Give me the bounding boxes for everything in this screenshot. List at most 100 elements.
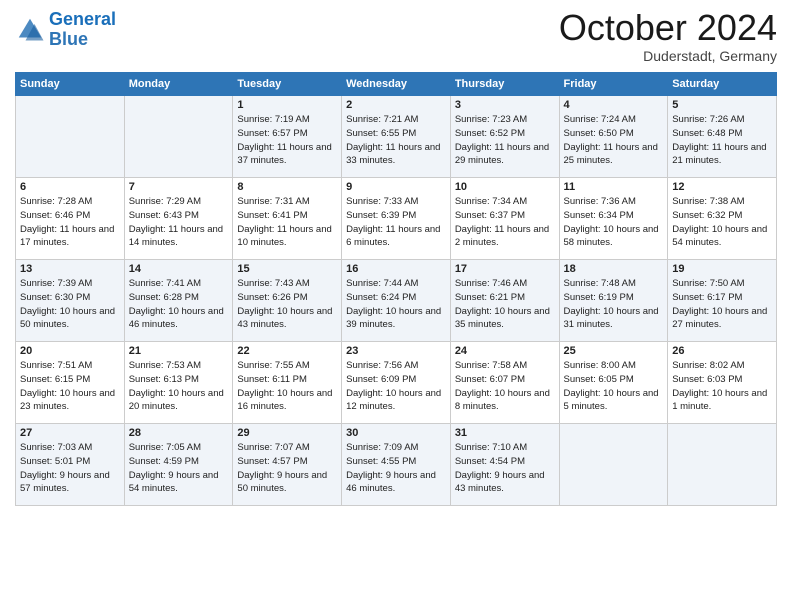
col-wednesday: Wednesday (342, 73, 451, 96)
col-friday: Friday (559, 73, 668, 96)
day-number: 6 (20, 181, 120, 193)
day-info: Sunrise: 7:53 AM Sunset: 6:13 PM Dayligh… (129, 359, 229, 414)
day-info: Sunrise: 7:03 AM Sunset: 5:01 PM Dayligh… (20, 441, 120, 496)
day-cell: 12 Sunrise: 7:38 AM Sunset: 6:32 PM Dayli… (668, 178, 777, 260)
col-thursday: Thursday (450, 73, 559, 96)
day-info: Sunrise: 7:48 AM Sunset: 6:19 PM Dayligh… (564, 277, 664, 332)
day-number: 21 (129, 345, 229, 357)
day-cell: 9 Sunrise: 7:33 AM Sunset: 6:39 PM Daylig… (342, 178, 451, 260)
day-info: Sunrise: 7:19 AM Sunset: 6:57 PM Dayligh… (237, 113, 337, 168)
day-cell: 5 Sunrise: 7:26 AM Sunset: 6:48 PM Daylig… (668, 96, 777, 178)
col-sunday: Sunday (16, 73, 125, 96)
day-info: Sunrise: 7:43 AM Sunset: 6:26 PM Dayligh… (237, 277, 337, 332)
day-cell: 17 Sunrise: 7:46 AM Sunset: 6:21 PM Dayli… (450, 260, 559, 342)
col-saturday: Saturday (668, 73, 777, 96)
page: General Blue October 2024 Duderstadt, Ge… (0, 0, 792, 612)
day-info: Sunrise: 7:44 AM Sunset: 6:24 PM Dayligh… (346, 277, 446, 332)
day-info: Sunrise: 7:33 AM Sunset: 6:39 PM Dayligh… (346, 195, 446, 250)
day-number: 28 (129, 427, 229, 439)
month-title: October 2024 (559, 10, 777, 46)
day-cell: 7 Sunrise: 7:29 AM Sunset: 6:43 PM Daylig… (124, 178, 233, 260)
day-info: Sunrise: 7:56 AM Sunset: 6:09 PM Dayligh… (346, 359, 446, 414)
day-number: 4 (564, 99, 664, 111)
day-cell: 26Sunrise: 8:02 AM Sunset: 6:03 PM Dayli… (668, 342, 777, 424)
day-info: Sunrise: 7:31 AM Sunset: 6:41 PM Dayligh… (237, 195, 337, 250)
day-number: 7 (129, 181, 229, 193)
day-info: Sunrise: 7:28 AM Sunset: 6:46 PM Dayligh… (20, 195, 120, 250)
day-info: Sunrise: 7:09 AM Sunset: 4:55 PM Dayligh… (346, 441, 446, 496)
day-info: Sunrise: 7:10 AM Sunset: 4:54 PM Dayligh… (455, 441, 555, 496)
day-cell: 4 Sunrise: 7:24 AM Sunset: 6:50 PM Daylig… (559, 96, 668, 178)
day-cell: 2 Sunrise: 7:21 AM Sunset: 6:55 PM Daylig… (342, 96, 451, 178)
day-number: 10 (455, 181, 555, 193)
day-info: Sunrise: 7:29 AM Sunset: 6:43 PM Dayligh… (129, 195, 229, 250)
day-number: 30 (346, 427, 446, 439)
week-row-1: 1 Sunrise: 7:19 AM Sunset: 6:57 PM Daylig… (16, 96, 777, 178)
day-info: Sunrise: 7:05 AM Sunset: 4:59 PM Dayligh… (129, 441, 229, 496)
day-info: Sunrise: 7:07 AM Sunset: 4:57 PM Dayligh… (237, 441, 337, 496)
day-number: 14 (129, 263, 229, 275)
day-number: 13 (20, 263, 120, 275)
day-cell (16, 96, 125, 178)
day-info: Sunrise: 7:36 AM Sunset: 6:34 PM Dayligh… (564, 195, 664, 250)
day-info: Sunrise: 7:46 AM Sunset: 6:21 PM Dayligh… (455, 277, 555, 332)
day-number: 2 (346, 99, 446, 111)
day-number: 25 (564, 345, 664, 357)
day-info: Sunrise: 7:21 AM Sunset: 6:55 PM Dayligh… (346, 113, 446, 168)
day-number: 5 (672, 99, 772, 111)
title-area: October 2024 Duderstadt, Germany (559, 10, 777, 64)
day-cell: 16 Sunrise: 7:44 AM Sunset: 6:24 PM Dayli… (342, 260, 451, 342)
logo-icon (15, 15, 45, 45)
day-info: Sunrise: 7:55 AM Sunset: 6:11 PM Dayligh… (237, 359, 337, 414)
day-number: 11 (564, 181, 664, 193)
header: General Blue October 2024 Duderstadt, Ge… (15, 10, 777, 64)
day-number: 20 (20, 345, 120, 357)
day-number: 23 (346, 345, 446, 357)
day-cell: 13 Sunrise: 7:39 AM Sunset: 6:30 PM Dayli… (16, 260, 125, 342)
week-row-2: 6 Sunrise: 7:28 AM Sunset: 6:46 PM Daylig… (16, 178, 777, 260)
day-cell: 25Sunrise: 8:00 AM Sunset: 6:05 PM Dayli… (559, 342, 668, 424)
day-info: Sunrise: 7:38 AM Sunset: 6:32 PM Dayligh… (672, 195, 772, 250)
week-row-4: 20 Sunrise: 7:51 AM Sunset: 6:15 PM Dayli… (16, 342, 777, 424)
day-cell: 30 Sunrise: 7:09 AM Sunset: 4:55 PM Dayli… (342, 424, 451, 506)
week-row-3: 13 Sunrise: 7:39 AM Sunset: 6:30 PM Dayli… (16, 260, 777, 342)
day-number: 16 (346, 263, 446, 275)
day-cell: 3Sunrise: 7:23 AM Sunset: 6:52 PM Daylig… (450, 96, 559, 178)
day-number: 8 (237, 181, 337, 193)
day-cell: 18 Sunrise: 7:48 AM Sunset: 6:19 PM Dayli… (559, 260, 668, 342)
day-info: Sunrise: 8:02 AM Sunset: 6:03 PM Dayligh… (672, 359, 772, 414)
day-info: Sunrise: 7:39 AM Sunset: 6:30 PM Dayligh… (20, 277, 120, 332)
location: Duderstadt, Germany (559, 48, 777, 64)
day-info: Sunrise: 7:50 AM Sunset: 6:17 PM Dayligh… (672, 277, 772, 332)
col-monday: Monday (124, 73, 233, 96)
day-info: Sunrise: 7:51 AM Sunset: 6:15 PM Dayligh… (20, 359, 120, 414)
week-row-5: 27 Sunrise: 7:03 AM Sunset: 5:01 PM Dayli… (16, 424, 777, 506)
calendar-table: Sunday Monday Tuesday Wednesday Thursday… (15, 72, 777, 506)
day-info: Sunrise: 7:24 AM Sunset: 6:50 PM Dayligh… (564, 113, 664, 168)
day-cell: 6 Sunrise: 7:28 AM Sunset: 6:46 PM Daylig… (16, 178, 125, 260)
day-number: 12 (672, 181, 772, 193)
day-info: Sunrise: 7:34 AM Sunset: 6:37 PM Dayligh… (455, 195, 555, 250)
day-cell: 22Sunrise: 7:55 AM Sunset: 6:11 PM Dayli… (233, 342, 342, 424)
day-cell (559, 424, 668, 506)
day-cell: 29 Sunrise: 7:07 AM Sunset: 4:57 PM Dayli… (233, 424, 342, 506)
day-info: Sunrise: 7:58 AM Sunset: 6:07 PM Dayligh… (455, 359, 555, 414)
day-number: 1 (237, 99, 337, 111)
day-cell: 27 Sunrise: 7:03 AM Sunset: 5:01 PM Dayli… (16, 424, 125, 506)
day-number: 18 (564, 263, 664, 275)
day-number: 29 (237, 427, 337, 439)
day-cell: 28 Sunrise: 7:05 AM Sunset: 4:59 PM Dayli… (124, 424, 233, 506)
day-number: 27 (20, 427, 120, 439)
header-row: Sunday Monday Tuesday Wednesday Thursday… (16, 73, 777, 96)
day-number: 15 (237, 263, 337, 275)
day-number: 24 (455, 345, 555, 357)
day-cell: 1 Sunrise: 7:19 AM Sunset: 6:57 PM Daylig… (233, 96, 342, 178)
day-info: Sunrise: 7:26 AM Sunset: 6:48 PM Dayligh… (672, 113, 772, 168)
day-cell: 8 Sunrise: 7:31 AM Sunset: 6:41 PM Daylig… (233, 178, 342, 260)
day-number: 9 (346, 181, 446, 193)
col-tuesday: Tuesday (233, 73, 342, 96)
day-cell: 19Sunrise: 7:50 AM Sunset: 6:17 PM Dayli… (668, 260, 777, 342)
day-number: 17 (455, 263, 555, 275)
day-number: 3 (455, 99, 555, 111)
logo-text: General Blue (49, 10, 116, 50)
